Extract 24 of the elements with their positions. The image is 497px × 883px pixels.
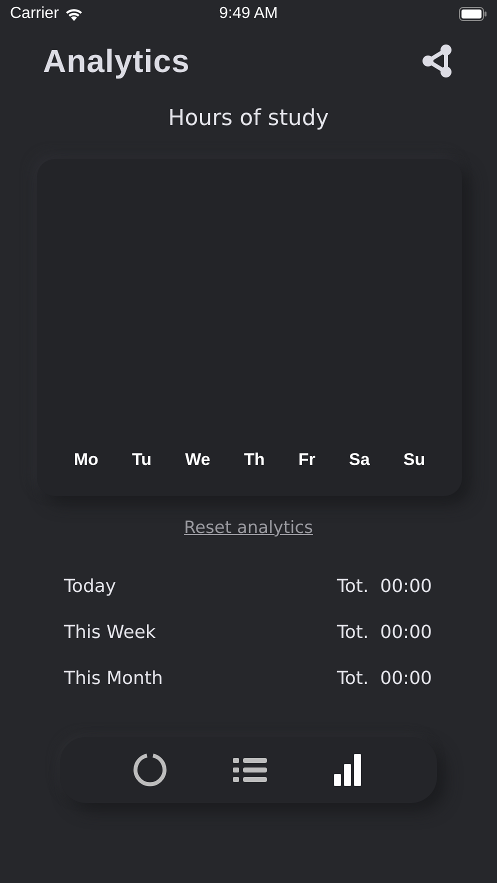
bar-chart-icon: [334, 754, 364, 786]
total-value: Tot. 00:00: [336, 668, 432, 689]
day-label: Fr: [298, 450, 316, 470]
day-label: Th: [244, 450, 265, 470]
period-label: Today: [64, 576, 116, 597]
total-value: Tot. 00:00: [336, 622, 432, 643]
status-time: 9:49 AM: [219, 5, 278, 23]
page-title: Analytics: [43, 42, 190, 80]
period-label: This Week: [64, 622, 156, 643]
reset-link[interactable]: Reset analytics: [184, 518, 313, 538]
day-label: Sa: [348, 450, 370, 470]
period-label: This Month: [64, 668, 163, 689]
total-value: Tot. 00:00: [336, 576, 432, 597]
carrier-label: Carrier: [10, 5, 59, 23]
day-label: Mo: [74, 450, 98, 470]
ring-icon: [133, 753, 168, 787]
list-icon: [233, 756, 268, 784]
battery-icon: [459, 7, 487, 21]
chart-title: Hours of study: [168, 106, 329, 131]
day-label: Su: [403, 450, 426, 470]
day-label: We: [185, 450, 210, 470]
wifi-icon: [64, 6, 84, 22]
share-icon[interactable]: [421, 44, 453, 78]
day-label: Tu: [132, 450, 152, 470]
